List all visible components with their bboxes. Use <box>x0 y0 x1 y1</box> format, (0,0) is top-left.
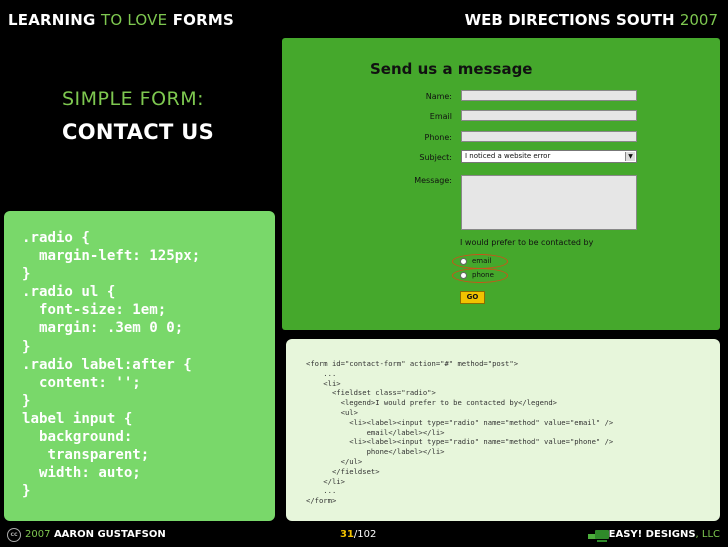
form-heading: Send us a message <box>370 60 533 78</box>
slide-title: CONTACT US <box>62 120 215 144</box>
title-word-forms: FORMS <box>172 11 234 29</box>
contact-preference-legend: I would prefer to be contacted by <box>460 238 594 247</box>
email-input[interactable] <box>461 110 637 121</box>
conference-title: WEB DIRECTIONS SOUTH <box>464 11 675 29</box>
title-word-learning: LEARNING <box>8 11 96 29</box>
footer-author: AARON GUSTAFSON <box>53 529 166 540</box>
radio-label-phone: phone <box>472 271 494 279</box>
name-input[interactable] <box>461 90 637 101</box>
radio-option-phone[interactable]: phone <box>460 271 494 279</box>
radio-button-phone[interactable] <box>460 271 467 279</box>
slide-counter: 31/102 <box>340 529 376 540</box>
radio-button-email[interactable] <box>460 257 467 265</box>
radio-label-email: email <box>472 257 492 265</box>
footer-author-block: 2007 AARON GUSTAFSON <box>25 529 166 540</box>
title-word-to-love: TO LOVE <box>101 11 168 29</box>
company-name: EASY! DESIGNS <box>608 529 696 540</box>
subject-label: Subject: <box>419 153 452 162</box>
subject-value: I noticed a website error <box>465 152 551 160</box>
message-textarea[interactable] <box>461 175 637 230</box>
current-slide-number: 31 <box>340 529 354 540</box>
message-label: Message: <box>414 176 452 185</box>
html-code-block: <form id="contact-form" action="#" metho… <box>306 359 614 506</box>
footer-company: EASY! DESIGNS, LLC <box>609 529 720 540</box>
slide-footer: cc 2007 AARON GUSTAFSON 31/102 EASY! DES… <box>0 525 728 547</box>
presentation-title: LEARNING TO LOVE FORMS <box>8 11 234 29</box>
conference-year: 2007 <box>679 11 718 29</box>
creative-commons-icon: cc <box>7 528 21 542</box>
slide-subtitle: SIMPLE FORM: <box>62 88 205 110</box>
phone-input[interactable] <box>461 131 637 142</box>
conference-name: WEB DIRECTIONS SOUTH 2007 <box>465 11 718 29</box>
company-suffix: , LLC <box>695 529 720 540</box>
phone-label: Phone: <box>424 133 452 142</box>
name-label: Name: <box>425 92 452 101</box>
form-screenshot: Send us a message Name: Email Phone: Sub… <box>282 38 720 330</box>
go-button[interactable]: GO <box>460 291 485 304</box>
footer-year: 2007 <box>25 529 51 540</box>
email-label: Email <box>429 112 452 121</box>
subject-select[interactable]: I noticed a website error ▼ <box>461 150 637 163</box>
radio-option-email[interactable]: email <box>460 257 491 265</box>
total-slides: /102 <box>353 529 377 540</box>
css-code-block: .radio { margin-left: 125px; } .radio ul… <box>22 230 201 500</box>
chevron-down-icon[interactable]: ▼ <box>625 152 635 161</box>
easy-designs-logo-icon <box>588 530 609 542</box>
